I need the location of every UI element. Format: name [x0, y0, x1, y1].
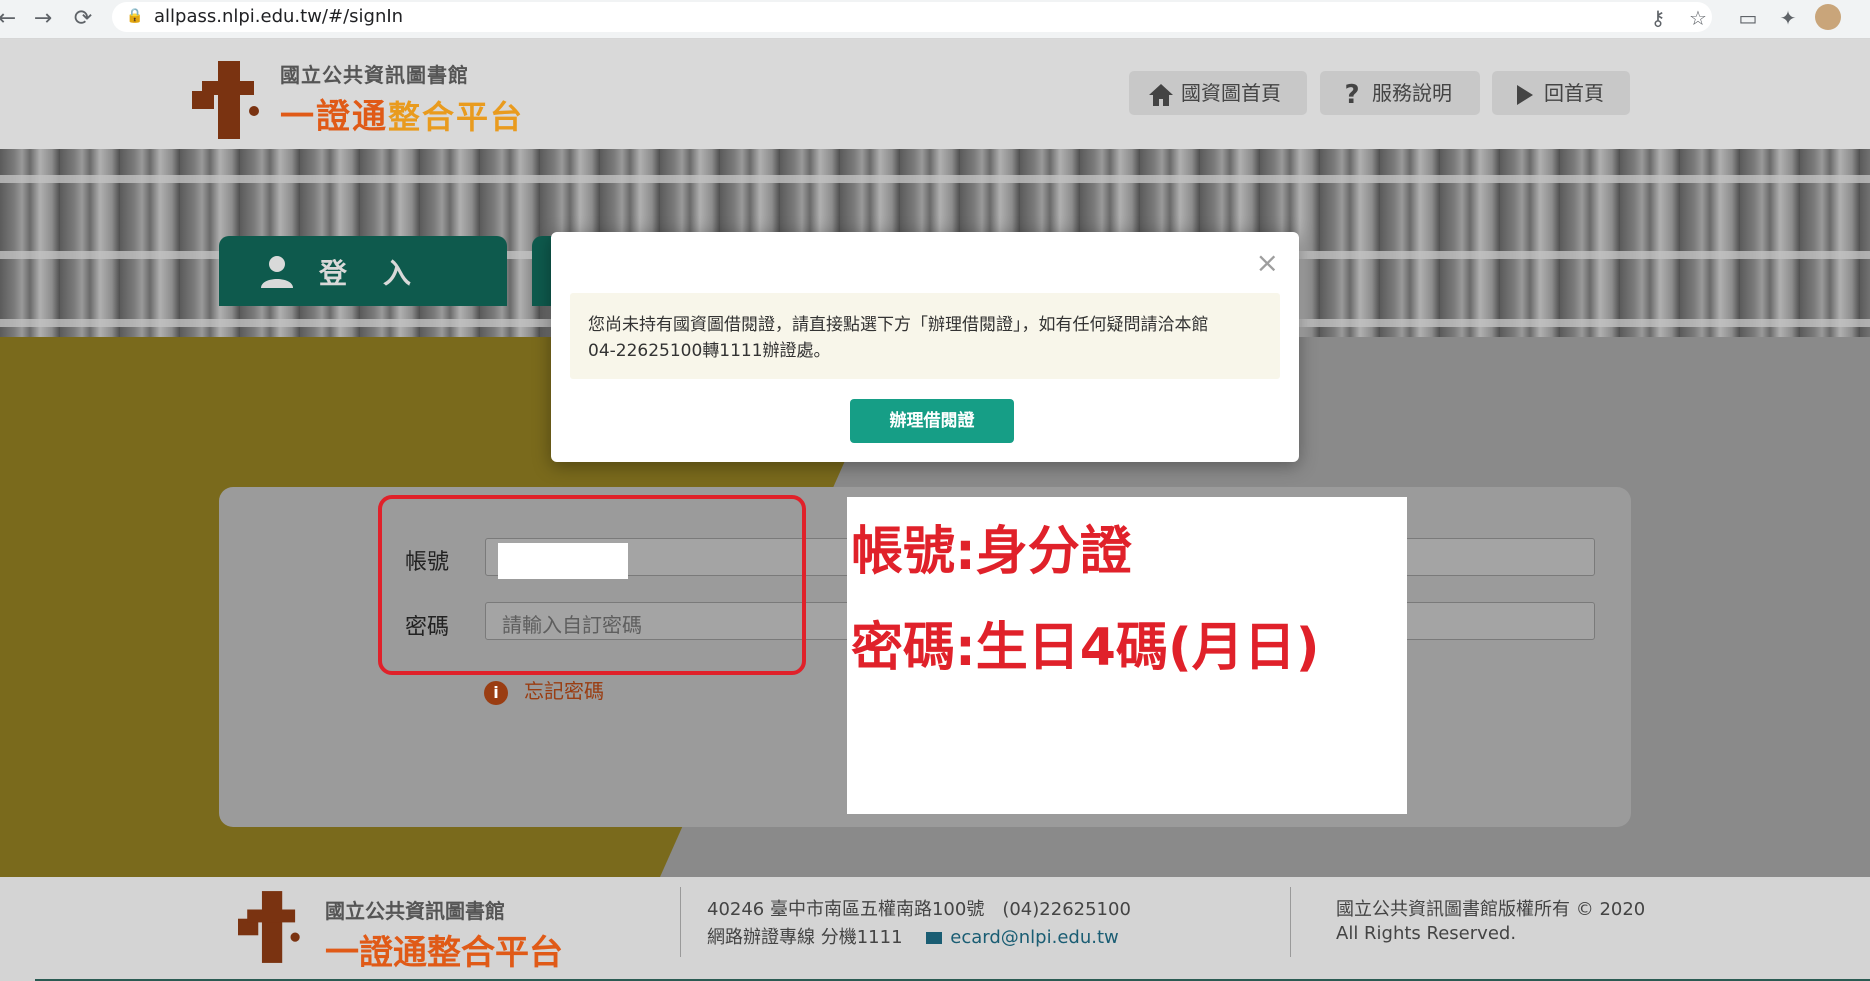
banner-shelf [0, 175, 1870, 183]
logo-title: 一證通整合平台 [280, 89, 524, 138]
home-icon [1149, 83, 1173, 106]
url-text: allpass.nlpi.edu.tw/#/signIn [154, 6, 404, 27]
address-bar[interactable]: 🔒 allpass.nlpi.edu.tw/#/signIn [112, 2, 1712, 32]
footer-logo-title: 一證通整合平台 [325, 933, 563, 973]
play-icon [1517, 84, 1533, 105]
extensions-icon[interactable]: ✦ [1775, 6, 1801, 30]
mail-icon [926, 932, 943, 944]
nav-help-label: 服務說明 [1372, 81, 1452, 105]
page: 國立公共資訊圖書館 一證通整合平台 國資圖首頁 ? 服務說明 回首頁 登 入 帳號… [0, 39, 1870, 981]
reload-icon[interactable]: ⟳ [68, 4, 98, 34]
apply-library-card-button[interactable]: 辦理借閱證 [850, 399, 1014, 443]
key-icon[interactable]: ⚷ [1645, 6, 1671, 30]
close-icon[interactable]: × [1256, 246, 1279, 279]
forward-icon[interactable]: → [28, 4, 58, 34]
footer-rights: All Rights Reserved. [1336, 923, 1517, 944]
nav-help-button[interactable]: ? 服務說明 [1320, 71, 1480, 115]
footer-copyright: 國立公共資訊圖書館版權所有 © 2020 [1336, 899, 1646, 920]
forgot-password-link[interactable]: i 忘記密碼 [484, 675, 604, 705]
user-icon [261, 256, 293, 288]
modal-message-line2: 04-22625100轉1111辦證處。 [588, 341, 831, 361]
highlight-box [378, 495, 806, 675]
cast-icon[interactable]: ▭ [1735, 6, 1761, 30]
nav-home-button[interactable]: 國資圖首頁 [1129, 71, 1307, 115]
annotation-line-password: 密碼:生日4碼(月日) [851, 618, 1320, 678]
tab-login-label: 登 入 [319, 257, 416, 290]
footer-hotline: 網路辦證專線 分機1111 [707, 927, 903, 948]
back-icon[interactable]: ← [0, 4, 22, 34]
logo-title-main: 一證通 [280, 97, 388, 137]
modal-message: 您尚未持有國資圖借閱證，請直接點選下方「辦理借閱證」，如有任何疑問請洽本館 04… [570, 293, 1280, 379]
question-icon: ? [1344, 79, 1360, 110]
footer-address: 40246 臺中市南區五權南路100號 (04)22625100 [707, 899, 1131, 920]
info-icon: i [484, 680, 508, 705]
nav-back-home-button[interactable]: 回首頁 [1492, 71, 1630, 115]
nav-home-label: 國資圖首頁 [1181, 81, 1281, 105]
star-icon[interactable]: ☆ [1685, 6, 1711, 30]
avatar[interactable] [1815, 4, 1841, 30]
modal-message-line1: 您尚未持有國資圖借閱證，請直接點選下方「辦理借閱證」，如有任何疑問請洽本館 [588, 315, 1209, 335]
lock-icon: 🔒 [126, 8, 144, 24]
annotation-line-account: 帳號:身分證 [851, 522, 1132, 582]
site-header: 國立公共資訊圖書館 一證通整合平台 國資圖首頁 ? 服務說明 回首頁 [0, 39, 1870, 149]
footer-contact: 網路辦證專線 分機1111 ecard@nlpi.edu.tw [707, 923, 1119, 949]
notice-modal: × 您尚未持有國資圖借閱證，請直接點選下方「辦理借閱證」，如有任何疑問請洽本館 … [551, 232, 1299, 462]
forgot-password-label: 忘記密碼 [524, 679, 604, 703]
logo-title-sub: 整合平台 [388, 98, 525, 136]
footer-divider [1290, 887, 1291, 957]
site-footer: 國立公共資訊圖書館 一證通整合平台 40246 臺中市南區五權南路100號 (0… [0, 877, 1870, 981]
footer-divider [680, 887, 681, 957]
browser-toolbar: ← → ⟳ 🔒 allpass.nlpi.edu.tw/#/signIn ⚷ ☆… [0, 0, 1870, 39]
logo-small-text: 國立公共資訊圖書館 [280, 63, 469, 87]
footer-logo-mark-icon [238, 891, 300, 963]
annotation-panel: 帳號:身分證 密碼:生日4碼(月日) [847, 497, 1407, 814]
footer-email-link[interactable]: ecard@nlpi.edu.tw [950, 927, 1118, 948]
tab-login[interactable]: 登 入 [219, 236, 507, 306]
footer-logo-small: 國立公共資訊圖書館 [325, 899, 505, 923]
nav-back-home-label: 回首頁 [1544, 81, 1604, 105]
logo-mark-icon [192, 61, 259, 139]
